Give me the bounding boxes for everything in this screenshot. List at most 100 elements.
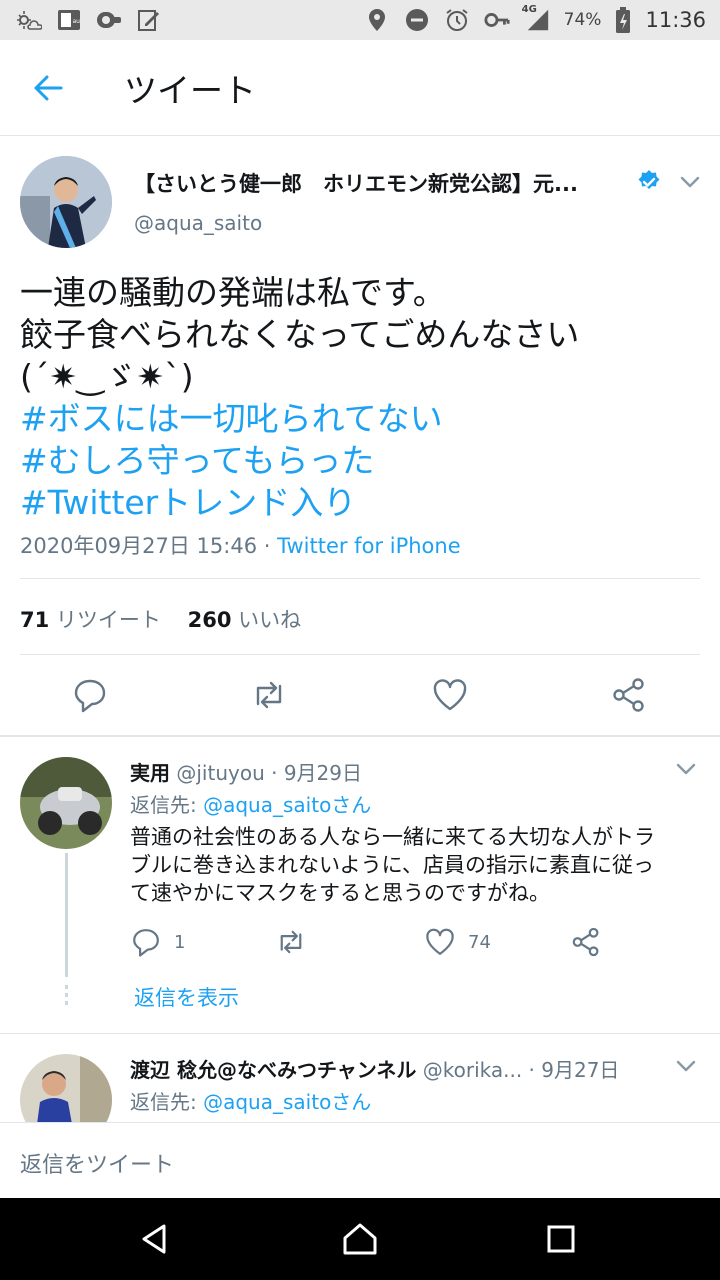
status-bar-left: au — [16, 8, 162, 32]
share-button[interactable] — [570, 926, 602, 958]
reply-tweet[interactable]: 渡辺 稔允@なべみつチャンネル @korika... · 9月27日 返信先: … — [0, 1034, 720, 1122]
system-nav-bar — [0, 1198, 720, 1280]
tweet-actions — [0, 666, 720, 724]
handle[interactable]: @jituyou — [176, 761, 264, 785]
retweet-icon — [256, 681, 282, 709]
square-recents-icon — [547, 1225, 575, 1253]
app-bar: ツイート — [0, 40, 720, 136]
reply-text-line: 普通の社会性のある人なら一緒に来てる大切な人がトラ — [130, 825, 655, 849]
reply-header: 実用 @jituyou · 9月29日 — [130, 757, 362, 786]
dnd-icon — [404, 8, 430, 32]
triangle-back-icon — [142, 1224, 166, 1254]
share-icon — [613, 678, 644, 712]
display-name[interactable]: 渡辺 稔允@なべみつチャンネル — [130, 1058, 416, 1082]
divider — [20, 578, 700, 579]
reply-input-placeholder[interactable]: 返信をツイート — [20, 1147, 174, 1179]
retweet-label[interactable]: リツイート — [56, 608, 161, 632]
reply-to-prefix: 返信先: — [130, 793, 204, 817]
carrier-icon: au — [56, 8, 82, 32]
reply-actions: 1 74 — [130, 926, 650, 962]
reply-icon — [133, 929, 159, 957]
app-icon — [96, 8, 122, 32]
thread-dot — [65, 993, 68, 997]
thread-dot — [65, 985, 68, 989]
tweet-meta: 2020年09月27日 15:46 · Twitter for iPhone — [20, 530, 461, 560]
like-count[interactable]: 260 — [188, 608, 232, 632]
heart-icon — [426, 928, 454, 955]
nav-home-button[interactable] — [339, 1218, 381, 1260]
svg-text:au: au — [73, 18, 81, 25]
tweet-line: 餃子食べられなくなってごめんなさい — [20, 315, 580, 354]
display-name[interactable]: 実用 — [130, 761, 170, 785]
avatar[interactable] — [20, 156, 112, 248]
reply-header: 渡辺 稔允@なべみつチャンネル @korika... · 9月27日 — [130, 1054, 619, 1083]
handle[interactable]: @korika... — [423, 1058, 522, 1082]
weather-icon — [16, 8, 42, 32]
battery-percent: 74% — [563, 10, 602, 30]
retweet-button[interactable] — [250, 676, 288, 714]
divider — [20, 654, 700, 655]
tweet-line: 一連の騒動の発端は私です。 — [20, 273, 446, 312]
avatar[interactable] — [20, 1054, 112, 1122]
share-icon — [572, 927, 599, 957]
retweet-icon — [280, 930, 302, 954]
home-icon — [343, 1223, 377, 1255]
back-button[interactable] — [24, 64, 72, 112]
page-title: ツイート — [124, 70, 256, 110]
meta-separator: · — [257, 534, 278, 558]
reply-count: 1 — [174, 931, 186, 953]
show-replies-link[interactable]: 返信を表示 — [134, 982, 239, 1012]
reply-text-line: て速やかにマスクをすると思うのですがね。 — [130, 881, 550, 905]
source-link[interactable]: Twitter for iPhone — [277, 534, 461, 558]
like-count: 74 — [468, 931, 491, 953]
reply-to: 返信先: @aqua_saitoさん — [130, 789, 371, 818]
key-icon — [484, 8, 510, 32]
chevron-down-icon[interactable] — [676, 170, 704, 194]
status-bar: au 4G 74% 11:36 — [0, 0, 720, 40]
reply-to-link[interactable]: @aqua_saitoさん — [203, 1090, 371, 1114]
hashtag-link[interactable]: #むしろ守ってもらった — [20, 440, 710, 482]
share-button[interactable] — [610, 676, 648, 714]
thread-line — [65, 853, 68, 977]
reply-date: · 9月29日 — [271, 761, 362, 785]
reply-button[interactable]: 1 — [130, 926, 185, 958]
nav-back-button[interactable] — [134, 1218, 176, 1260]
arrow-left-icon — [34, 75, 63, 100]
timestamp: 2020年09月27日 15:46 — [20, 534, 258, 558]
nav-recents-button[interactable] — [540, 1218, 582, 1260]
edit-icon — [136, 8, 162, 32]
handle[interactable]: @aqua_saito — [134, 211, 262, 235]
like-button[interactable]: 74 — [424, 926, 491, 958]
heart-icon — [433, 679, 467, 711]
reply-composer[interactable]: 返信をツイート — [0, 1122, 720, 1198]
alarm-icon — [444, 8, 470, 32]
reply-to-prefix: 返信先: — [130, 1090, 204, 1114]
reply-button[interactable] — [71, 676, 109, 714]
chevron-down-icon[interactable] — [672, 757, 700, 781]
display-name[interactable]: 【さいとう健一郎 ホリエモン新党公認】元... — [134, 168, 624, 198]
retweet-count[interactable]: 71 — [20, 608, 49, 632]
signal-icon: 4G — [522, 4, 550, 32]
like-label[interactable]: いいね — [238, 608, 301, 632]
hashtag-link[interactable]: #Twitterトレンド入り — [20, 482, 710, 524]
clock: 11:36 — [645, 8, 706, 32]
battery-icon — [615, 7, 631, 33]
verified-badge-icon — [636, 169, 662, 195]
reply-text: 普通の社会性のある人なら一緒に来てる大切な人がトラ ブルに巻き込まれないように、… — [130, 823, 700, 907]
reply-to: 返信先: @aqua_saitoさん — [130, 1086, 371, 1115]
tweet-stats: 71 リツイート 260 いいね — [20, 604, 301, 634]
avatar[interactable] — [20, 757, 112, 849]
chevron-down-icon[interactable] — [672, 1054, 700, 1078]
location-icon — [364, 8, 390, 32]
reply-icon — [74, 679, 106, 713]
reply-to-link[interactable]: @aqua_saitoさん — [203, 793, 371, 817]
like-button[interactable] — [431, 676, 469, 714]
tweet-text: 一連の騒動の発端は私です。 餃子食べられなくなってごめんなさい (´✷‿ゞ✷`)… — [20, 272, 710, 524]
hashtag-link[interactable]: #ボスには一切叱られてない — [20, 398, 710, 440]
thread-dot — [65, 1001, 68, 1005]
status-bar-right: 4G 74% 11:36 — [364, 4, 706, 33]
reply-tweet[interactable]: 実用 @jituyou · 9月29日 返信先: @aqua_saitoさん 普… — [0, 737, 720, 1033]
retweet-button[interactable] — [275, 926, 319, 958]
reply-date: · 9月27日 — [528, 1058, 620, 1082]
tweet-line: (´✷‿ゞ✷`) — [20, 357, 194, 396]
